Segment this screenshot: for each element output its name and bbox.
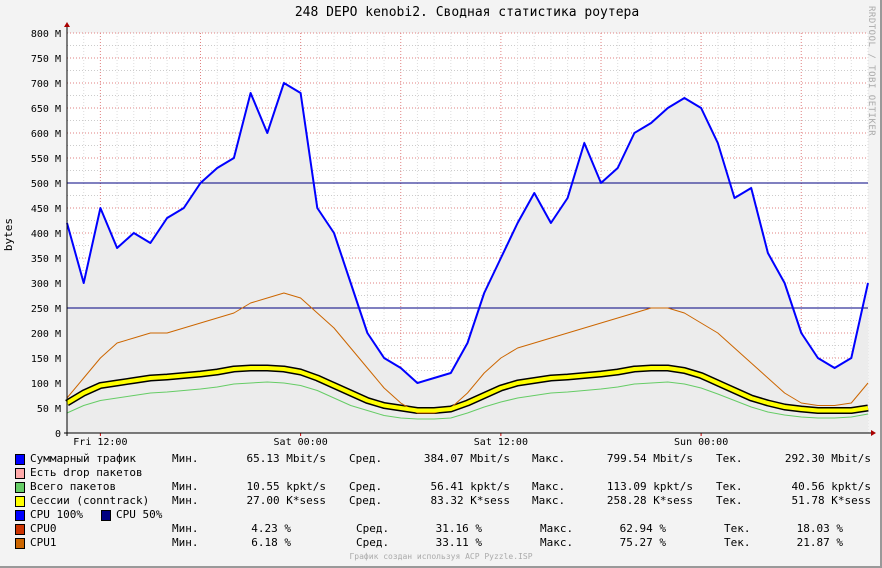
sessions-max-label: Макс. [532, 494, 566, 507]
sessions-legend-label: Сессии (conntrack) [30, 494, 150, 507]
y-tick-label: 600 M [31, 129, 61, 140]
packets-cur-value: 40.56 kpkt/s [791, 480, 871, 493]
traffic-swatch-icon [15, 454, 25, 465]
traffic-cur-value: 292.30 Mbit/s [784, 452, 871, 465]
y-tick-label: 650 M [31, 104, 61, 115]
y-tick-label: 50 M [37, 404, 61, 415]
packets-max-label: Макс. [532, 480, 566, 493]
cpu50-swatch-icon [101, 510, 111, 521]
packets-avg-value: 56.41 kpkt/s [430, 480, 510, 493]
y-tick-label: 400 M [31, 229, 61, 240]
y-axis-arrow [64, 22, 70, 27]
cpu0-avg-value: 31.16 % [435, 522, 482, 535]
traffic-cur-label: Тек. [716, 452, 743, 465]
y-tick-label: 450 M [31, 204, 61, 215]
y-tick-label: 200 M [31, 329, 61, 340]
packets-legend-label: Всего пакетов [30, 480, 117, 493]
x-tick-label: Sat 12:00 [474, 437, 528, 448]
cpu0-max-value: 62.94 % [619, 522, 666, 535]
sessions-avg-label: Сред. [349, 494, 383, 507]
cpu1-swatch-icon [15, 538, 25, 549]
sessions-cur-value: 51.78 K*sess [791, 494, 871, 507]
packets-min-label: Мин. [172, 480, 199, 493]
y-tick-label: 300 M [31, 279, 61, 290]
packets-avg-label: Сред. [349, 480, 383, 493]
packets-swatch-icon [15, 482, 25, 493]
cpu1-cur-label: Тек. [724, 536, 751, 549]
cpu0-swatch-icon [15, 524, 25, 535]
x-tick-label: Sun 00:00 [674, 437, 728, 448]
cpu100-swatch-icon [15, 510, 25, 521]
drop-legend-label: Есть drop пакетов [30, 466, 143, 479]
cpu1-max-label: Макс. [540, 536, 574, 549]
cpu1-min-value: 6.18 % [251, 536, 291, 549]
traffic-min-value: 65.13 Mbit/s [246, 452, 326, 465]
y-tick-label: 500 M [31, 179, 61, 190]
packets-min-value: 10.55 kpkt/s [246, 480, 326, 493]
cpu50-legend-label: CPU 50% [116, 508, 163, 521]
traffic-avg-value: 384.07 Mbit/s [423, 452, 510, 465]
x-tick-label: Fri 12:00 [73, 437, 127, 448]
cpu0-cur-value: 18.03 % [796, 522, 843, 535]
y-tick-label: 350 M [31, 254, 61, 265]
cpu1-avg-label: Сред. [356, 536, 390, 549]
cpu0-legend-label: CPU0 [30, 522, 57, 535]
y-tick-label: 100 M [31, 379, 61, 390]
sessions-cur-label: Тек. [716, 494, 743, 507]
sessions-min-value: 27.00 K*sess [246, 494, 326, 507]
cpu1-avg-value: 33.11 % [435, 536, 482, 549]
y-tick-label: 150 M [31, 354, 61, 365]
x-axis-arrow [871, 430, 876, 436]
cpu0-min-label: Мин. [172, 522, 199, 535]
sessions-max-value: 258.28 K*sess [606, 494, 693, 507]
drop-swatch-icon [15, 468, 25, 479]
y-tick-label: 550 M [31, 154, 61, 165]
y-tick-label: 250 M [31, 304, 61, 315]
cpu1-legend-label: CPU1 [30, 536, 57, 549]
packets-max-value: 113.09 kpkt/s [606, 480, 693, 493]
cpu0-cur-label: Тек. [724, 522, 751, 535]
cpu100-legend-label: CPU 100% [30, 508, 83, 521]
footer-credit: График создан используя ACP Pyzzle.ISP [349, 552, 533, 561]
y-tick-label: 700 M [31, 79, 61, 90]
traffic-avg-label: Сред. [349, 452, 383, 465]
sessions-avg-value: 83.32 K*sess [430, 494, 510, 507]
cpu1-max-value: 75.27 % [619, 536, 666, 549]
sessions-swatch-icon [15, 496, 25, 507]
traffic-max-label: Макс. [532, 452, 566, 465]
traffic-legend-label: Суммарный трафик [30, 452, 136, 465]
y-tick-label: 0 [55, 429, 61, 440]
sessions-min-label: Мин. [172, 494, 199, 507]
traffic-min-label: Мин. [172, 452, 199, 465]
cpu0-min-value: 4.23 % [251, 522, 291, 535]
cpu0-max-label: Макс. [540, 522, 574, 535]
cpu1-min-label: Мин. [172, 536, 199, 549]
packets-cur-label: Тек. [716, 480, 743, 493]
x-tick-label: Sat 00:00 [274, 437, 328, 448]
cpu0-avg-label: Сред. [356, 522, 390, 535]
y-tick-label: 750 M [31, 54, 61, 65]
traffic-max-value: 799.54 Mbit/s [606, 452, 693, 465]
cpu1-cur-value: 21.87 % [796, 536, 843, 549]
y-tick-label: 800 M [31, 29, 61, 40]
